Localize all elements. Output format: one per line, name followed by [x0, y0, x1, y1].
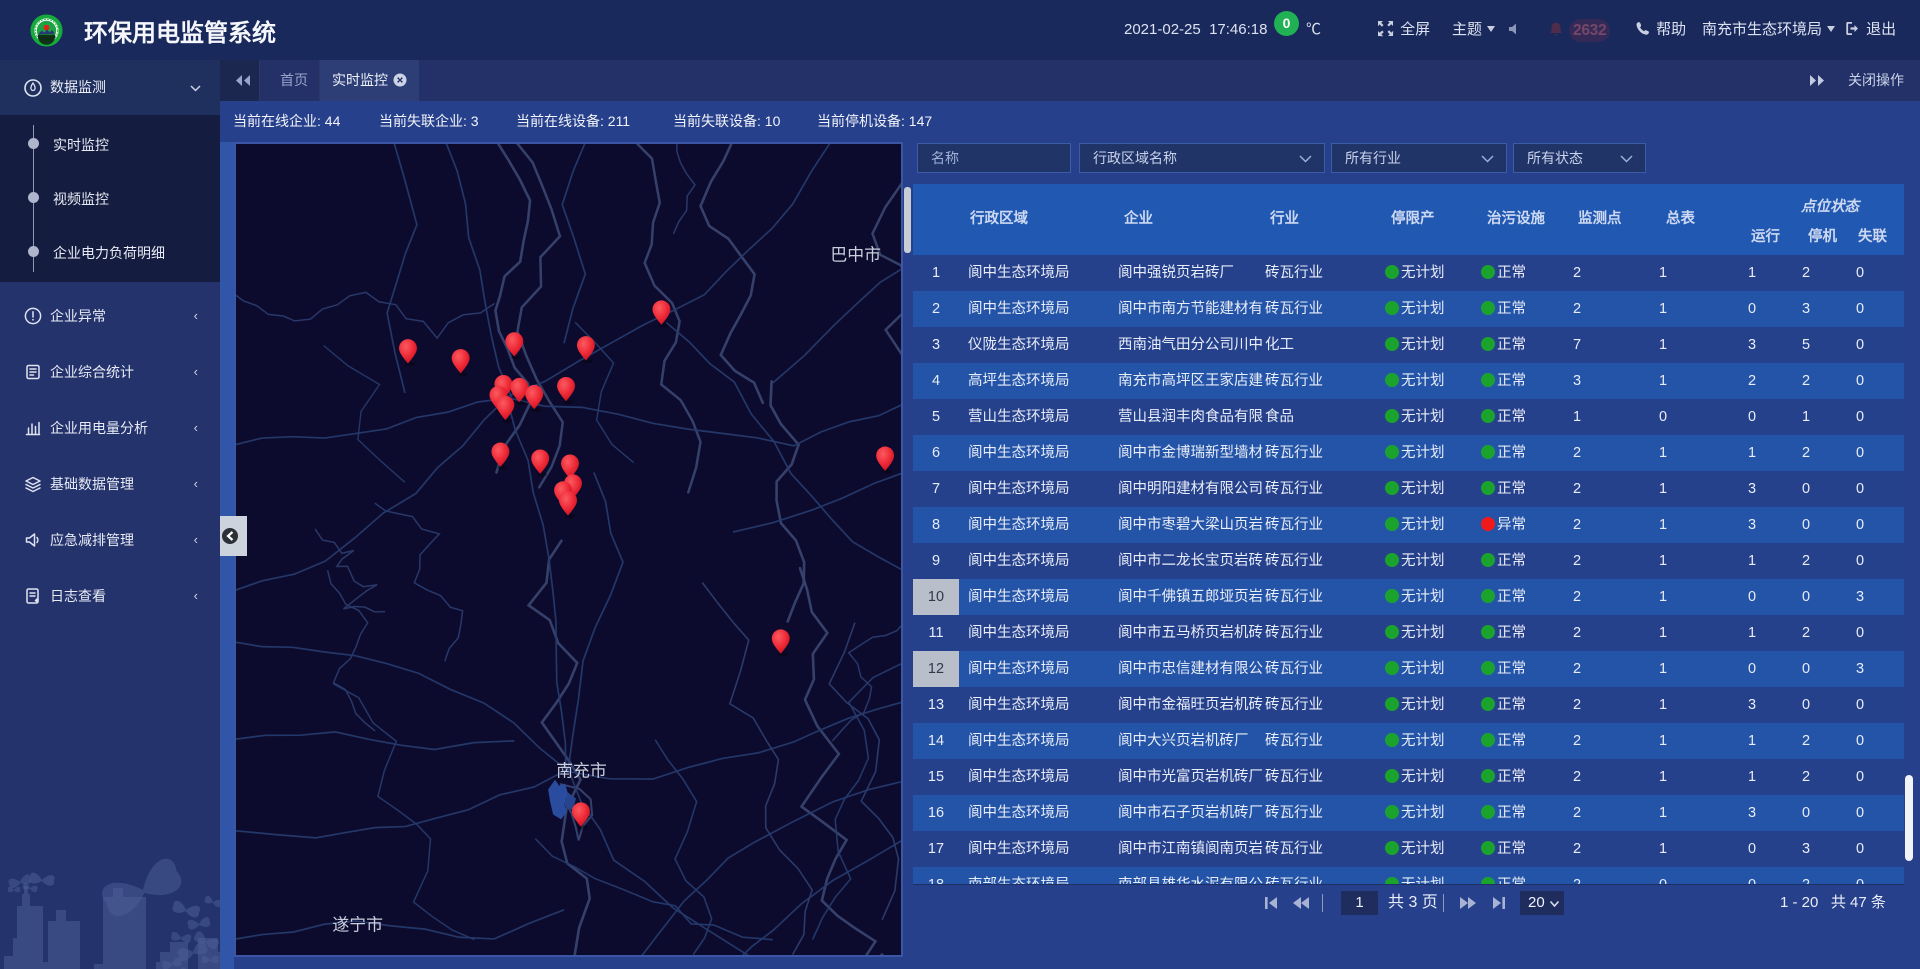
- svg-text:南充市: 南充市: [556, 762, 607, 781]
- svg-text:巴中市: 巴中市: [830, 246, 881, 265]
- svg-text:遂宁市: 遂宁市: [332, 916, 383, 935]
